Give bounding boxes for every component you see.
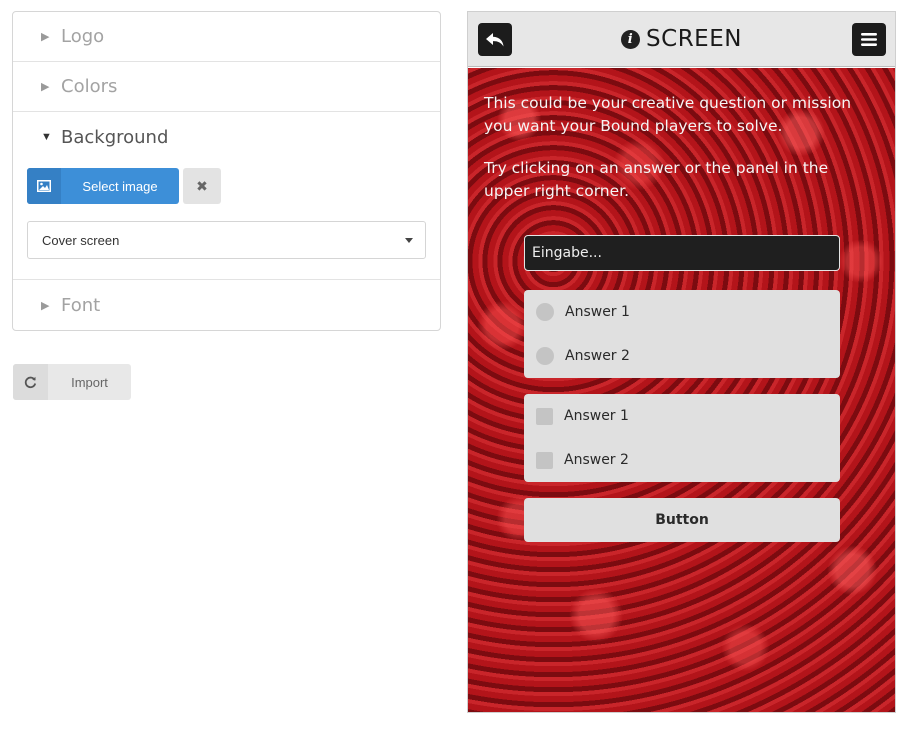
phone-preview: i SCREEN This could be your creative que… [467, 11, 896, 713]
radio-option-label: Answer 1 [565, 304, 630, 320]
screen-title: i SCREEN [621, 26, 742, 52]
background-settings: Select image ✖ Cover screen [13, 162, 440, 280]
background-fit-value: Cover screen [42, 232, 120, 248]
hamburger-icon [861, 33, 877, 46]
checkbox-square-icon [536, 407, 553, 425]
caret-right-icon: ▶ [41, 31, 50, 43]
answer-input-placeholder: Eingabe... [532, 245, 602, 261]
section-logo[interactable]: ▶ Logo [13, 12, 440, 62]
menu-button[interactable] [852, 23, 886, 56]
radio-option[interactable]: Answer 1 [524, 290, 840, 334]
back-button[interactable] [478, 23, 512, 56]
radio-circle-icon [536, 303, 554, 321]
checkbox-square-icon [536, 451, 553, 469]
section-background[interactable]: ▼ Background [13, 112, 440, 162]
radio-group: Answer 1 Answer 2 [524, 290, 840, 378]
chevron-down-icon [405, 237, 413, 243]
select-image-button[interactable]: Select image [27, 168, 179, 204]
section-label: Colors [61, 76, 118, 97]
caret-right-icon: ▶ [41, 299, 50, 312]
import-button[interactable]: Import [13, 364, 131, 400]
radio-option-label: Answer 2 [565, 348, 630, 364]
rose-background: This could be your creative question or … [468, 68, 895, 712]
close-icon: ✖ [196, 177, 208, 194]
preview-action-button[interactable]: Button [524, 498, 840, 542]
screen-title-text: SCREEN [646, 26, 742, 52]
refresh-icon [13, 364, 48, 400]
checkbox-option-label: Answer 1 [564, 408, 629, 424]
info-icon: i [621, 29, 641, 49]
checkbox-option[interactable]: Answer 1 [524, 394, 840, 438]
section-font[interactable]: ▶ Font [13, 280, 440, 330]
mission-paragraph: Try clicking on an answer or the panel i… [484, 159, 829, 200]
checkbox-option-label: Answer 2 [564, 452, 629, 468]
mission-text: This could be your creative question or … [484, 92, 875, 222]
caret-down-icon: ▼ [41, 131, 52, 143]
radio-option[interactable]: Answer 2 [524, 334, 840, 378]
answer-input[interactable]: Eingabe... [524, 235, 840, 271]
design-accordion: ▶ Logo ▶ Colors ▼ Background Select imag… [12, 11, 441, 331]
remove-image-button[interactable]: ✖ [183, 168, 221, 204]
checkbox-option[interactable]: Answer 2 [524, 438, 840, 482]
section-colors[interactable]: ▶ Colors [13, 62, 440, 112]
checkbox-group: Answer 1 Answer 2 [524, 394, 840, 482]
import-label: Import [71, 374, 108, 390]
mission-paragraph: This could be your creative question or … [484, 94, 852, 135]
preview-header: i SCREEN [468, 12, 895, 67]
background-fit-select[interactable]: Cover screen [27, 221, 426, 259]
section-label: Font [61, 294, 101, 316]
section-label: Logo [61, 26, 105, 47]
image-icon [27, 168, 61, 204]
image-button-group: Select image ✖ [27, 168, 426, 204]
radio-circle-icon [536, 347, 554, 365]
section-label: Background [61, 126, 169, 148]
caret-right-icon: ▶ [41, 81, 50, 93]
back-arrow-icon [486, 32, 504, 46]
select-image-label: Select image [82, 178, 158, 194]
